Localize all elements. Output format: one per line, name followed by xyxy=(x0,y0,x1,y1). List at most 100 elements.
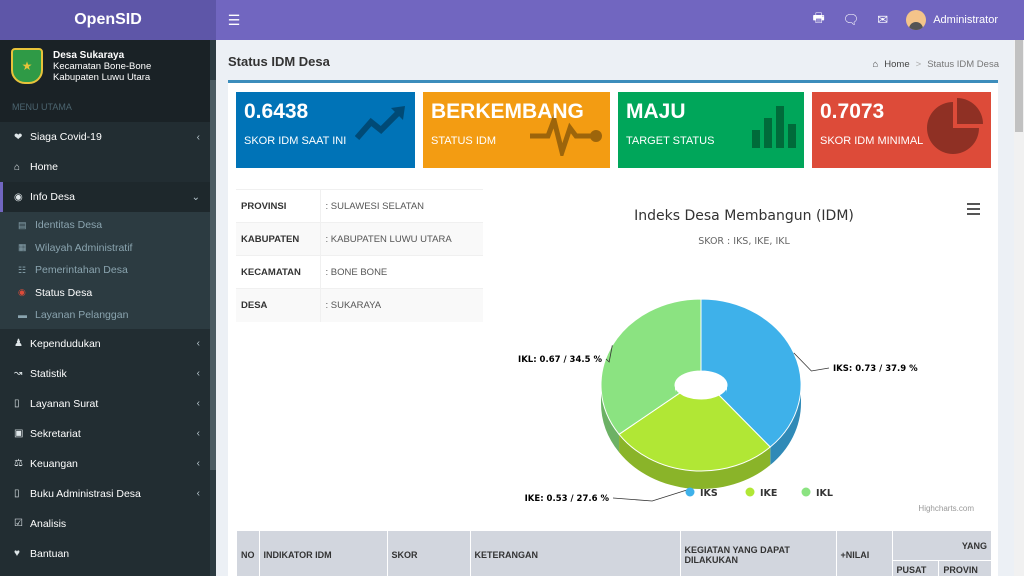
info-value: : SULAWESI SELATAN xyxy=(320,189,483,223)
legend-marker-ike[interactable] xyxy=(745,487,755,497)
column-header: +NILAI xyxy=(835,530,893,576)
info-value: : KABUPATEN LUWU UTARA xyxy=(320,222,483,256)
print-icon[interactable]: 🖶 xyxy=(813,9,825,31)
idm-box: 0.6438 SKOR IDM SAAT INI BERKEMBANG STAT… xyxy=(228,80,998,576)
info-key: KECAMATAN xyxy=(236,255,321,289)
table-header-row: NO INDIKATOR IDM SKOR KETERANGAN KEGIATA… xyxy=(236,530,992,576)
chat-icon[interactable]: 🗨 xyxy=(843,12,860,28)
top-navbar: ☰ 🖶 🗨 ✉ Administrator xyxy=(216,0,1024,40)
sidebar-item-label: Buku Administrasi Desa xyxy=(30,487,141,500)
summary-tiles: 0.6438 SKOR IDM SAAT INI BERKEMBANG STAT… xyxy=(236,92,994,168)
table-row: KABUPATEN: KABUPATEN LUWU UTARA xyxy=(236,222,483,256)
sidebar-item-siaga-covid[interactable]: ❤ Siaga Covid-19 ‹ xyxy=(0,122,216,152)
tile-target-status: MAJU TARGET STATUS xyxy=(618,92,804,168)
chevron-left-icon: ‹ xyxy=(196,398,200,409)
book-icon: ▯ xyxy=(14,488,20,499)
column-header: KEGIATAN YANG DAPAT DILAKUKAN xyxy=(679,530,837,576)
chart-menu-icon[interactable] xyxy=(967,203,980,218)
data-label-ike: IKE: 0.53 / 27.6 % xyxy=(525,494,610,504)
chevron-left-icon: ‹ xyxy=(196,131,200,143)
sidebar-toggle-icon[interactable]: ☰ xyxy=(216,12,252,29)
tile-label: SKOR IDM SAAT INI xyxy=(244,135,347,147)
village-regency: Kabupaten Luwu Utara xyxy=(53,71,151,83)
check-square-icon: ☑ xyxy=(14,518,23,529)
sidebar-item-label: Siaga Covid-19 xyxy=(30,131,102,143)
tile-label: SKOR IDM MINIMAL xyxy=(820,135,924,147)
sidebar-item-info-desa[interactable]: ◉ Info Desa ⌄ xyxy=(0,182,216,212)
idm-pie-chart: Indeks Desa Membangun (IDM) SKOR : IKS, … xyxy=(498,189,990,519)
sidebar-item-sekretariat[interactable]: ▣ Sekretariat ‹ xyxy=(0,419,216,449)
chart-title: Indeks Desa Membangun (IDM) xyxy=(634,208,854,224)
sidebar-item-statistik[interactable]: ↝ Statistik ‹ xyxy=(0,359,216,389)
tile-label: STATUS IDM xyxy=(431,135,496,147)
chevron-left-icon: ‹ xyxy=(196,368,200,379)
sidebar-subitem-wilayah[interactable]: ▦ Wilayah Administratif xyxy=(0,237,216,260)
page-scrollbar-thumb[interactable] xyxy=(1015,40,1023,132)
sidebar-subitem-layanan-pelanggan[interactable]: ▬ Layanan Pelanggan xyxy=(0,304,216,327)
sidebar-item-label: Statistik xyxy=(30,367,67,380)
tile-value: 0.7073 xyxy=(820,100,885,123)
line-chart-icon: ↝ xyxy=(14,368,23,379)
village-name: Desa Sukaraya xyxy=(53,49,125,61)
tile-status: BERKEMBANG STATUS IDM xyxy=(423,92,610,168)
sidebar: ★ Desa Sukaraya Kecamatan Bone-Bone Kabu… xyxy=(0,40,216,576)
sidebar-subitem-label: Layanan Pelanggan xyxy=(35,309,129,322)
tile-value: BERKEMBANG xyxy=(431,100,584,123)
idm-indicator-table: NO INDIKATOR IDM SKOR KETERANGAN KEGIATA… xyxy=(236,530,992,576)
breadcrumb: ⌂ Home > Status IDM Desa xyxy=(873,59,999,70)
village-panel: ★ Desa Sukaraya Kecamatan Bone-Bone Kabu… xyxy=(0,40,216,92)
users-icon: ♟ xyxy=(14,338,23,349)
legend-label-iks[interactable]: IKS xyxy=(700,488,718,499)
info-desa-submenu: ▤ Identitas Desa ▦ Wilayah Administratif… xyxy=(0,212,216,329)
sidebar-item-home[interactable]: ⌂ Home xyxy=(0,152,216,182)
menu-header: MENU UTAMA xyxy=(0,92,216,122)
sidebar-item-buku-administrasi[interactable]: ▯ Buku Administrasi Desa ‹ xyxy=(0,479,216,509)
chevron-down-icon: ⌄ xyxy=(191,191,200,203)
user-menu[interactable]: Administrator xyxy=(906,10,998,30)
sidebar-item-label: Kependudukan xyxy=(30,337,101,350)
info-value: : SUKARAYA xyxy=(320,288,483,322)
envelope-icon[interactable]: ✉ xyxy=(877,12,888,28)
credit-card-icon: ▬ xyxy=(18,310,27,321)
village-district: Kecamatan Bone-Bone xyxy=(53,60,152,72)
data-label-ikl: IKL: 0.67 / 34.5 % xyxy=(518,355,602,365)
sidebar-item-bantuan[interactable]: ♥ Bantuan xyxy=(0,539,216,569)
sidebar-item-label: Bantuan xyxy=(30,547,70,560)
heart-icon: ♥ xyxy=(14,548,20,559)
heartbeat-icon: ❤ xyxy=(14,131,23,143)
app-name: OpenSID xyxy=(74,11,142,28)
data-label-iks: IKS: 0.73 / 37.9 % xyxy=(833,364,918,374)
sidebar-subitem-status-desa[interactable]: ◉ Status Desa xyxy=(0,282,216,305)
legend-label-ikl[interactable]: IKL xyxy=(816,488,833,499)
village-info-table: PROVINSI: SULAWESI SELATAN KABUPATEN: KA… xyxy=(236,189,483,322)
table-row: KECAMATAN: BONE BONE xyxy=(236,255,483,289)
tile-value: MAJU xyxy=(626,100,686,123)
column-header: NO xyxy=(236,530,260,576)
page-title: Status IDM Desa xyxy=(228,54,330,69)
legend-marker-ikl[interactable] xyxy=(801,487,811,497)
sidebar-subitem-label: Status Desa xyxy=(35,286,93,299)
app-logo[interactable]: OpenSID xyxy=(0,0,216,40)
sidebar-item-analisis[interactable]: ☑ Analisis xyxy=(0,509,216,539)
column-header: PROVIN xyxy=(938,560,992,576)
column-header: INDIKATOR IDM xyxy=(258,530,388,576)
chart-credits[interactable]: Highcharts.com xyxy=(918,504,974,513)
chart-subtitle: SKOR : IKS, IKE, IKL xyxy=(698,236,790,247)
table-row: DESA: SUKARAYA xyxy=(236,288,483,322)
sidebar-item-keuangan[interactable]: ⚖ Keuangan ‹ xyxy=(0,449,216,479)
chevron-left-icon: ‹ xyxy=(196,338,200,349)
sidebar-subitem-identitas-desa[interactable]: ▤ Identitas Desa xyxy=(0,214,216,237)
sidebar-item-layanan-surat[interactable]: ▯ Layanan Surat ‹ xyxy=(0,389,216,419)
breadcrumb-separator: > xyxy=(915,59,922,70)
id-card-icon: ▤ xyxy=(18,219,27,230)
breadcrumb-home-link[interactable]: Home xyxy=(884,59,909,70)
sidebar-item-label: Info Desa xyxy=(30,191,75,203)
data-label-connector xyxy=(612,488,692,502)
legend-marker-iks[interactable] xyxy=(685,487,695,497)
sidebar-item-kependudukan[interactable]: ♟ Kependudukan ‹ xyxy=(0,329,216,359)
sidebar-subitem-pemerintahan[interactable]: ☷ Pemerintahan Desa xyxy=(0,259,216,282)
sidebar-subitem-label: Wilayah Administratif xyxy=(35,241,133,254)
legend-label-ike[interactable]: IKE xyxy=(760,488,777,499)
table-row: PROVINSI: SULAWESI SELATAN xyxy=(236,189,483,223)
sidebar-item-label: Home xyxy=(30,161,59,173)
